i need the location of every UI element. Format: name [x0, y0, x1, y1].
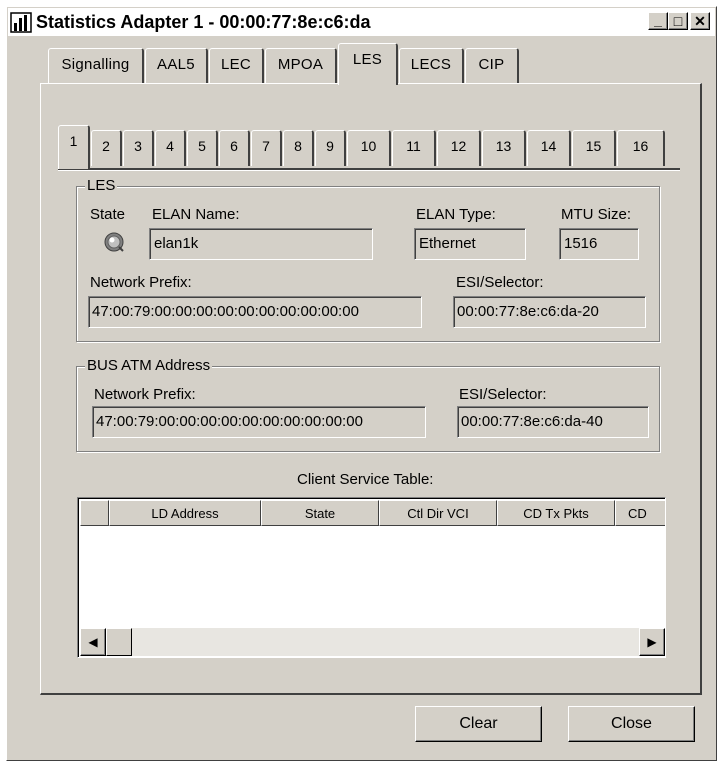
tab-number-1[interactable]: 1	[58, 125, 90, 169]
table-header-cd[interactable]: CD	[615, 500, 665, 526]
tab-number-14[interactable]: 14	[527, 130, 571, 166]
les-esi-selector-field: 00:00:77:8e:c6:da-20	[453, 296, 646, 328]
tab-number-3[interactable]: 3	[123, 130, 154, 166]
bus-group-label: BUS ATM Address	[85, 357, 213, 375]
les-network-prefix-field: 47:00:79:00:00:00:00:00:00:00:00:00:00	[88, 296, 422, 328]
minimize-button[interactable]: _	[648, 12, 668, 30]
tab-les[interactable]: LES	[338, 43, 398, 85]
les-network-prefix-label: Network Prefix:	[90, 274, 192, 291]
tab-number-11[interactable]: 11	[392, 130, 436, 166]
bus-esi-selector-label: ESI/Selector:	[459, 386, 547, 403]
scroll-left-button[interactable]: ◀	[80, 628, 106, 656]
minimize-icon: _	[654, 12, 662, 28]
tab-cip[interactable]: CIP	[465, 48, 519, 84]
tab-number-2[interactable]: 2	[91, 130, 122, 166]
elan-name-field: elan1k	[149, 228, 373, 260]
tab-number-10[interactable]: 10	[347, 130, 391, 166]
number-tabs-baseline-highlight	[58, 170, 680, 171]
tab-number-16[interactable]: 16	[617, 130, 665, 166]
state-label: State	[90, 206, 126, 223]
tab-number-6[interactable]: 6	[219, 130, 250, 166]
tab-number-9[interactable]: 9	[315, 130, 346, 166]
tab-aal5[interactable]: AAL5	[145, 48, 208, 84]
mtu-size-label: MTU Size:	[561, 206, 632, 223]
clear-button[interactable]: Clear	[415, 706, 542, 742]
horizontal-scrollbar[interactable]: ◀ ▶	[80, 628, 665, 656]
tab-mpoa[interactable]: MPOA	[265, 48, 337, 84]
close-button[interactable]: Close	[568, 706, 695, 742]
table-header-ld-address[interactable]: LD Address	[109, 500, 261, 526]
close-window-button[interactable]: ✕	[690, 12, 710, 30]
table-header-ctl-dir-vci[interactable]: Ctl Dir VCI	[379, 500, 497, 526]
scroll-right-button[interactable]: ▶	[639, 628, 665, 656]
scrollbar-thumb[interactable]	[106, 628, 132, 656]
tab-number-13[interactable]: 13	[482, 130, 526, 166]
tab-lec[interactable]: LEC	[209, 48, 264, 84]
tab-number-4[interactable]: 4	[155, 130, 186, 166]
arrow-right-icon: ▶	[647, 635, 657, 649]
tab-number-15[interactable]: 15	[572, 130, 616, 166]
table-header-state[interactable]: State	[261, 500, 379, 526]
tab-number-8[interactable]: 8	[283, 130, 314, 166]
elan-type-label: ELAN Type:	[416, 206, 496, 223]
tab-lecs[interactable]: LECS	[399, 48, 464, 84]
elan-type-field: Ethernet	[414, 228, 526, 260]
tab-number-7[interactable]: 7	[251, 130, 282, 166]
close-icon: ✕	[694, 13, 706, 29]
bus-network-prefix-field: 47:00:79:00:00:00:00:00:00:00:00:00:00	[92, 406, 426, 438]
client-service-table-title: Client Service Table:	[297, 471, 434, 488]
tab-number-12[interactable]: 12	[437, 130, 481, 166]
les-group-label: LES	[85, 177, 118, 195]
tab-signalling[interactable]: Signalling	[48, 48, 144, 84]
les-esi-selector-label: ESI/Selector:	[456, 274, 544, 291]
window-title: Statistics Adapter 1 - 00:00:77:8e:c6:da	[36, 12, 371, 32]
app-icon	[10, 12, 32, 33]
client-service-table[interactable]: LD Address State Ctl Dir VCI CD Tx Pkts …	[77, 497, 666, 658]
maximize-icon: □	[673, 13, 683, 29]
tab-number-5[interactable]: 5	[187, 130, 218, 166]
table-body[interactable]	[80, 527, 665, 628]
arrow-left-icon: ◀	[88, 635, 98, 649]
state-indicator-icon	[104, 232, 124, 252]
table-header-cd-tx-pkts[interactable]: CD Tx Pkts	[497, 500, 615, 526]
bus-network-prefix-label: Network Prefix:	[94, 386, 196, 403]
maximize-button[interactable]: □	[668, 12, 688, 30]
table-header-select[interactable]	[80, 500, 109, 526]
mtu-size-field: 1516	[559, 228, 639, 260]
bus-esi-selector-field: 00:00:77:8e:c6:da-40	[457, 406, 649, 438]
elan-name-label: ELAN Name:	[152, 206, 240, 223]
